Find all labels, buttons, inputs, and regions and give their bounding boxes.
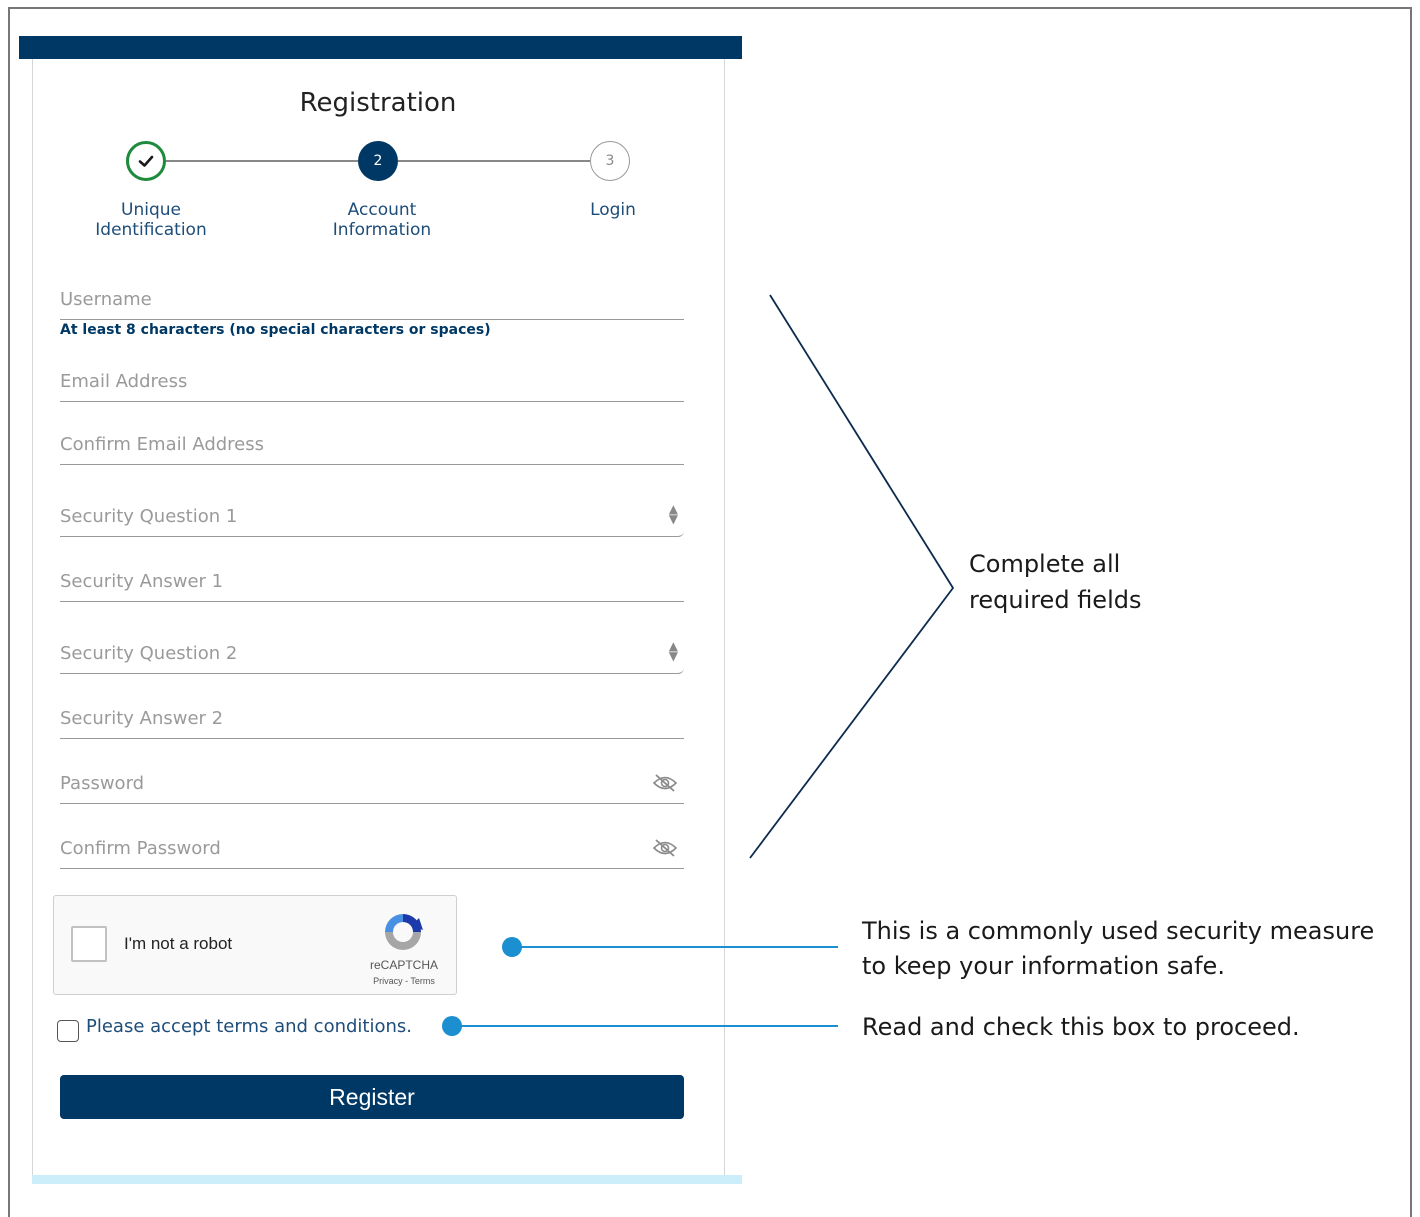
required-fields-bracket	[749, 294, 955, 859]
required-fields-note: Complete all required fields	[969, 550, 1142, 614]
terms-note: Read and check this box to proceed.	[862, 1013, 1300, 1041]
captcha-callout-dot	[502, 937, 522, 957]
terms-callout-dot	[442, 1016, 462, 1036]
captcha-note: This is a commonly used security measure…	[862, 917, 1375, 980]
